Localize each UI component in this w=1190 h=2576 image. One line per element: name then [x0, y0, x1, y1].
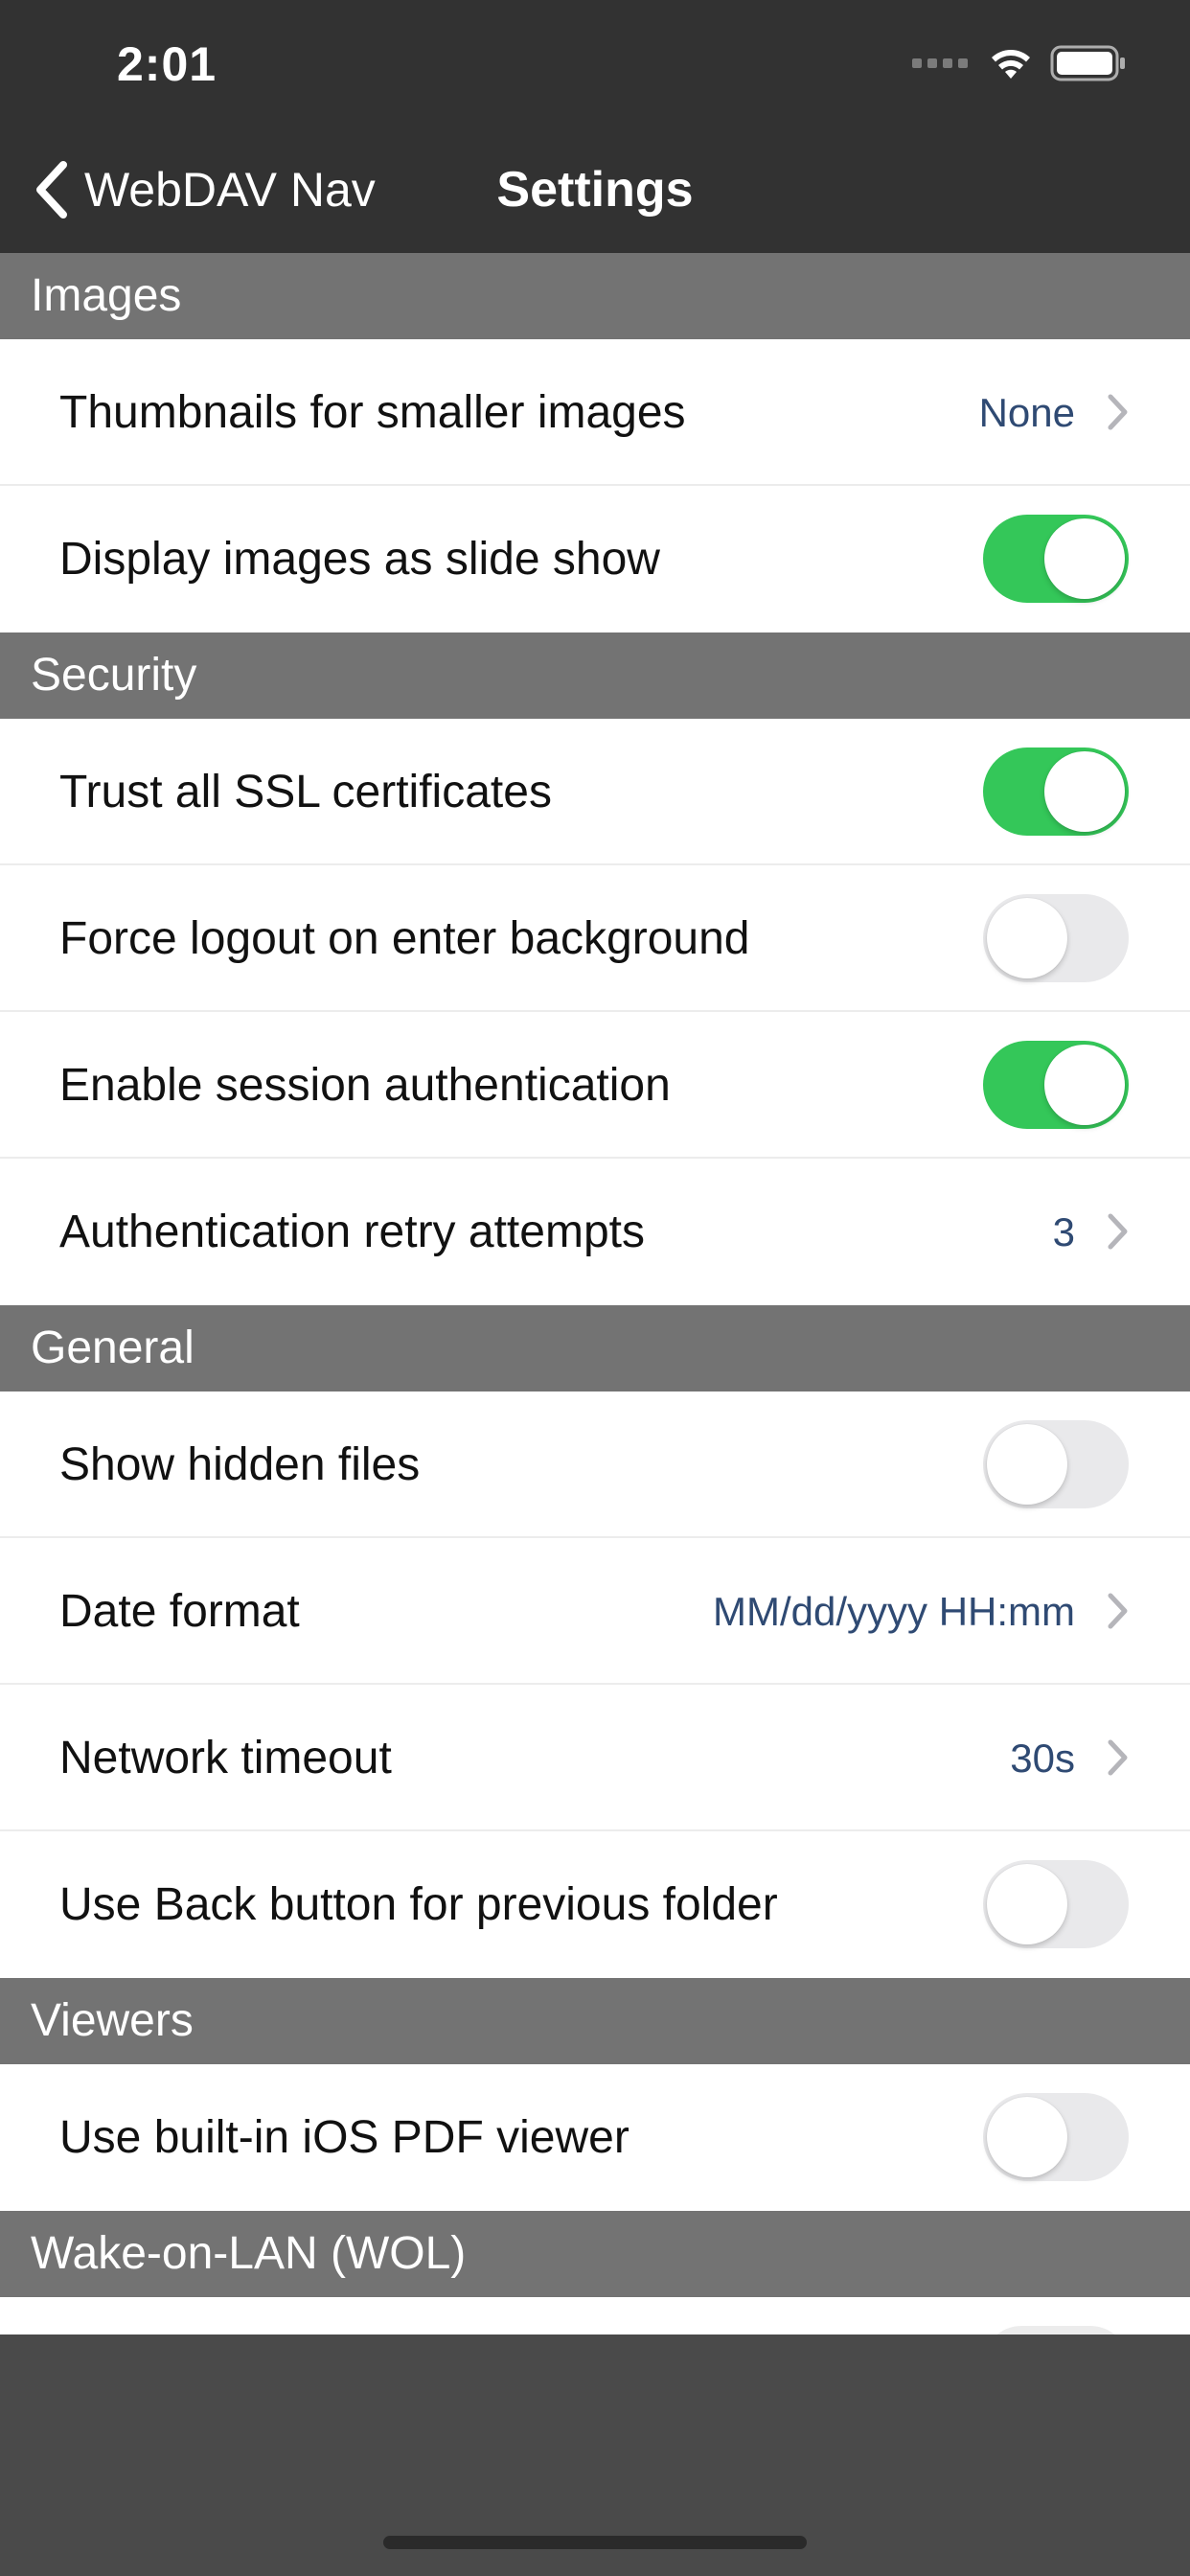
- battery-icon: [1050, 45, 1125, 81]
- back-button-folder-label: Use Back button for previous folder: [59, 1879, 778, 1930]
- settings-list: Images Thumbnails for smaller images Non…: [0, 253, 1190, 2334]
- wol-row-partial: [0, 2297, 1190, 2334]
- chevron-right-icon: [1108, 1213, 1128, 1250]
- chevron-right-icon: [1108, 1593, 1128, 1629]
- thumbnails-label: Thumbnails for smaller images: [59, 387, 686, 438]
- retry-attempts-row[interactable]: Authentication retry attempts 3: [0, 1159, 1190, 1305]
- session-auth-toggle[interactable]: [983, 1041, 1129, 1129]
- section-header-general: General: [0, 1305, 1190, 1392]
- pdf-viewer-row: Use built-in iOS PDF viewer: [0, 2064, 1190, 2211]
- chevron-right-icon: [1108, 394, 1128, 430]
- trust-ssl-label: Trust all SSL certificates: [59, 767, 552, 817]
- date-format-value: MM/dd/yyyy HH:mm: [713, 1589, 1075, 1634]
- pdf-viewer-toggle[interactable]: [983, 2093, 1129, 2181]
- date-format-label: Date format: [59, 1586, 300, 1637]
- section-header-security: Security: [0, 632, 1190, 719]
- show-hidden-toggle[interactable]: [983, 1420, 1129, 1508]
- status-icons: [912, 42, 1127, 84]
- slide-show-row: Display images as slide show: [0, 486, 1190, 632]
- trust-ssl-toggle[interactable]: [983, 748, 1129, 836]
- retry-attempts-label: Authentication retry attempts: [59, 1207, 645, 1257]
- wol-toggle-partial[interactable]: [983, 2326, 1129, 2334]
- thumbnails-row[interactable]: Thumbnails for smaller images None: [0, 339, 1190, 486]
- show-hidden-row: Show hidden files: [0, 1392, 1190, 1538]
- back-button-folder-row: Use Back button for previous folder: [0, 1831, 1190, 1978]
- force-logout-toggle[interactable]: [983, 894, 1129, 982]
- navigation-bar: 2:01 WebDAV Nav Settings: [0, 0, 1190, 253]
- pdf-viewer-label: Use built-in iOS PDF viewer: [59, 2112, 629, 2163]
- thumbnails-value: None: [978, 390, 1075, 435]
- date-format-row[interactable]: Date format MM/dd/yyyy HH:mm: [0, 1538, 1190, 1685]
- session-auth-label: Enable session authentication: [59, 1060, 671, 1111]
- network-timeout-label: Network timeout: [59, 1733, 392, 1783]
- section-header-viewers: Viewers: [0, 1978, 1190, 2064]
- slide-show-toggle[interactable]: [983, 515, 1129, 603]
- retry-attempts-value: 3: [1052, 1209, 1075, 1254]
- show-hidden-label: Show hidden files: [59, 1439, 421, 1490]
- section-header-images: Images: [0, 253, 1190, 339]
- wifi-icon: [992, 50, 1030, 79]
- trust-ssl-row: Trust all SSL certificates: [0, 719, 1190, 865]
- session-auth-row: Enable session authentication: [0, 1012, 1190, 1159]
- force-logout-label: Force logout on enter background: [59, 913, 750, 964]
- back-button[interactable]: WebDAV Nav: [33, 151, 376, 228]
- network-timeout-value: 30s: [1010, 1736, 1075, 1781]
- section-header-wol: Wake-on-LAN (WOL): [0, 2211, 1190, 2297]
- back-button-label: WebDAV Nav: [84, 163, 376, 217]
- cellular-signal-icon: [912, 58, 968, 68]
- force-logout-row: Force logout on enter background: [0, 865, 1190, 1012]
- back-button-folder-toggle[interactable]: [983, 1860, 1129, 1948]
- status-time: 2:01: [117, 37, 217, 91]
- slide-show-label: Display images as slide show: [59, 534, 660, 585]
- network-timeout-row[interactable]: Network timeout 30s: [0, 1685, 1190, 1831]
- chevron-left-icon: [36, 161, 67, 218]
- home-indicator: [383, 2536, 807, 2549]
- chevron-right-icon: [1108, 1739, 1128, 1776]
